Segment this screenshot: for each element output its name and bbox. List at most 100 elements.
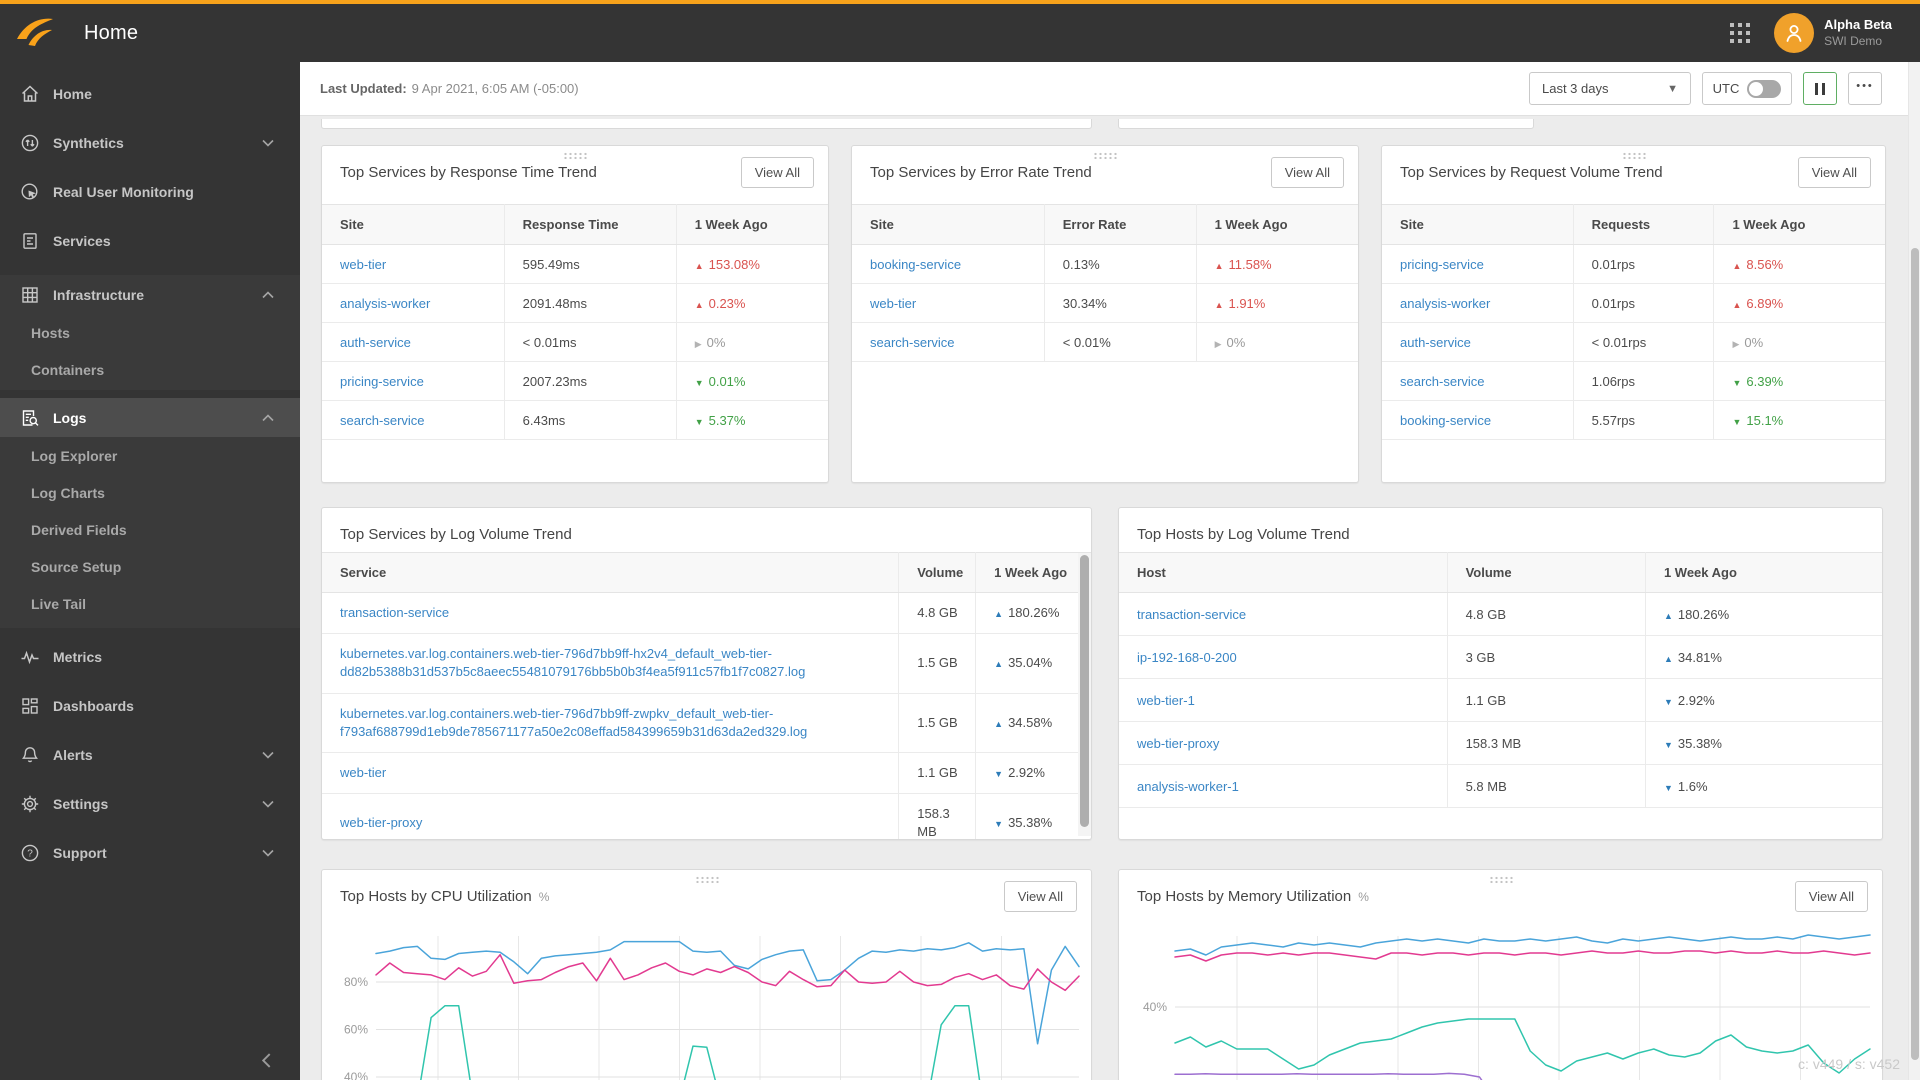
table-row: transaction-service 4.8 GB ▲ 180.26% (322, 592, 1091, 635)
sidebar-item-log-explorer[interactable]: Log Explorer (0, 437, 300, 474)
view-all-button[interactable]: View All (740, 157, 814, 188)
view-all-button[interactable]: View All (1794, 881, 1868, 912)
table-row: transaction-service 4.8 GB ▲ 180.26% (1119, 592, 1882, 636)
table-row: kubernetes.var.log.containers.web-tier-7… (322, 693, 1091, 753)
utc-toggle[interactable] (1747, 79, 1782, 98)
name-cell: web-tier (852, 283, 1045, 323)
sidebar-item-infrastructure[interactable]: Infrastructure (0, 275, 300, 314)
app-launcher-icon[interactable] (1730, 23, 1751, 43)
sidebar-collapse-button[interactable] (256, 1048, 276, 1072)
trend-percent: 5.37% (708, 412, 746, 428)
column-header: 1 Week Ago (975, 552, 1091, 593)
service-link[interactable]: analysis-worker (340, 296, 430, 311)
drag-handle-icon[interactable] (563, 152, 587, 159)
pause-button[interactable] (1803, 72, 1837, 105)
sidebar-item-home[interactable]: Home (0, 69, 300, 118)
trend-percent: 34.58% (1008, 714, 1053, 730)
service-link[interactable]: web-tier (340, 257, 386, 272)
table-row: web-tier-proxy 158.3 MB ▼ 35.38% (1119, 721, 1882, 765)
sidebar-item-hosts[interactable]: Hosts (0, 314, 300, 351)
down-arrow-icon: ▼ (994, 768, 1004, 779)
service-link[interactable]: transaction-service (1137, 607, 1246, 622)
sidebar-item-log-charts[interactable]: Log Charts (0, 474, 300, 511)
trend-percent: 35.38% (1008, 815, 1053, 831)
sidebar-subitem-label: Hosts (31, 324, 70, 341)
name-cell: kubernetes.var.log.containers.web-tier-7… (322, 693, 900, 753)
sidebar-item-containers[interactable]: Containers (0, 351, 300, 388)
time-range-select[interactable]: Last 3 days ▼ (1529, 72, 1691, 105)
service-link[interactable]: analysis-worker-1 (1137, 779, 1239, 794)
column-header: 1 Week Ago (1196, 204, 1358, 245)
sidebar-group-logs: Logs Log Explorer Log Charts Derived Fie… (0, 398, 300, 628)
trend-percent: 6.39% (1746, 373, 1784, 389)
metric-value: 30.34% (1044, 283, 1197, 323)
service-link[interactable]: web-tier (340, 765, 386, 780)
service-link[interactable]: web-tier-1 (1137, 693, 1195, 708)
sidebar-item-real-user-monitoring[interactable]: Real User Monitoring (0, 167, 300, 216)
metric-value: 5.57rps (1573, 400, 1715, 440)
name-cell: web-tier-1 (1119, 678, 1448, 722)
sidebar-item-synthetics[interactable]: Synthetics (0, 118, 300, 167)
drag-handle-icon[interactable] (1093, 152, 1117, 159)
service-link[interactable]: web-tier (870, 296, 916, 311)
metric-value: 2007.23ms (504, 361, 677, 401)
table-header-row: Host Volume 1 Week Ago (1119, 552, 1882, 593)
view-all-button[interactable]: View All (1797, 157, 1871, 188)
sidebar-item-settings[interactable]: Settings (0, 779, 300, 828)
view-all-button[interactable]: View All (1270, 157, 1344, 188)
avatar[interactable] (1774, 13, 1815, 53)
service-link[interactable]: pricing-service (1400, 257, 1484, 272)
service-link[interactable]: transaction-service (340, 605, 449, 620)
view-all-button[interactable]: View All (1003, 881, 1077, 912)
chevron-up-icon (262, 413, 274, 422)
sidebar-item-logs[interactable]: Logs (0, 398, 300, 437)
service-link[interactable]: kubernetes.var.log.containers.web-tier-7… (340, 646, 805, 679)
card-services-log-volume: Top Services by Log Volume Trend Service… (321, 507, 1092, 840)
sidebar-item-metrics[interactable]: Metrics (0, 632, 300, 681)
service-link[interactable]: search-service (870, 335, 955, 350)
service-link[interactable]: analysis-worker (1400, 296, 1490, 311)
table-row: booking-service 5.57rps ▼ 15.1% (1382, 400, 1885, 440)
column-header: Service (322, 552, 900, 593)
dashboards-icon (20, 695, 44, 717)
service-link[interactable]: auth-service (1400, 335, 1471, 350)
user-menu[interactable]: Alpha Beta SWI Demo (1824, 17, 1892, 48)
metric-value: 2091.48ms (504, 283, 677, 323)
page-scrollbar[interactable] (1908, 62, 1920, 1080)
service-link[interactable]: web-tier-proxy (340, 815, 422, 830)
service-link[interactable]: booking-service (1400, 413, 1491, 428)
sidebar-item-support[interactable]: ? Support (0, 828, 300, 877)
drag-handle-icon[interactable] (1621, 152, 1646, 159)
service-link[interactable]: web-tier-proxy (1137, 736, 1219, 751)
service-link[interactable]: booking-service (870, 257, 961, 272)
sidebar-item-services[interactable]: Services (0, 216, 300, 265)
service-link[interactable]: search-service (340, 413, 425, 428)
column-header: Volume (898, 552, 977, 593)
sidebar-group-infrastructure: Infrastructure Hosts Containers (0, 275, 300, 390)
service-link[interactable]: kubernetes.var.log.containers.web-tier-7… (340, 706, 807, 739)
sidebar-subitem-label: Live Tail (31, 595, 86, 612)
sidebar-subitem-label: Derived Fields (31, 521, 127, 538)
clipped-card-bottom (1118, 119, 1534, 129)
more-options-button[interactable]: ••• (1848, 72, 1882, 105)
column-header: Requests (1573, 204, 1715, 245)
sidebar-item-dashboards[interactable]: Dashboards (0, 681, 300, 730)
table-scrollbar-thumb[interactable] (1080, 555, 1089, 827)
trend-cell: ▲ 34.58% (975, 693, 1091, 753)
scrollbar-thumb[interactable] (1911, 248, 1919, 1060)
axis-tick-label: 40% (344, 1070, 368, 1080)
down-arrow-icon: ▼ (994, 819, 1004, 830)
metric-value: 158.3 MB (1447, 721, 1646, 765)
drag-handle-icon[interactable] (694, 876, 719, 883)
sidebar-item-alerts[interactable]: Alerts (0, 730, 300, 779)
service-link[interactable]: search-service (1400, 374, 1485, 389)
service-link[interactable]: auth-service (340, 335, 411, 350)
trend-percent: 0% (1226, 334, 1246, 350)
sidebar-item-live-tail[interactable]: Live Tail (0, 585, 300, 622)
drag-handle-icon[interactable] (1488, 876, 1513, 883)
solarwinds-logo-icon[interactable] (16, 16, 54, 50)
service-link[interactable]: pricing-service (340, 374, 424, 389)
sidebar-item-source-setup[interactable]: Source Setup (0, 548, 300, 585)
service-link[interactable]: ip-192-168-0-200 (1137, 650, 1237, 665)
sidebar-item-derived-fields[interactable]: Derived Fields (0, 511, 300, 548)
